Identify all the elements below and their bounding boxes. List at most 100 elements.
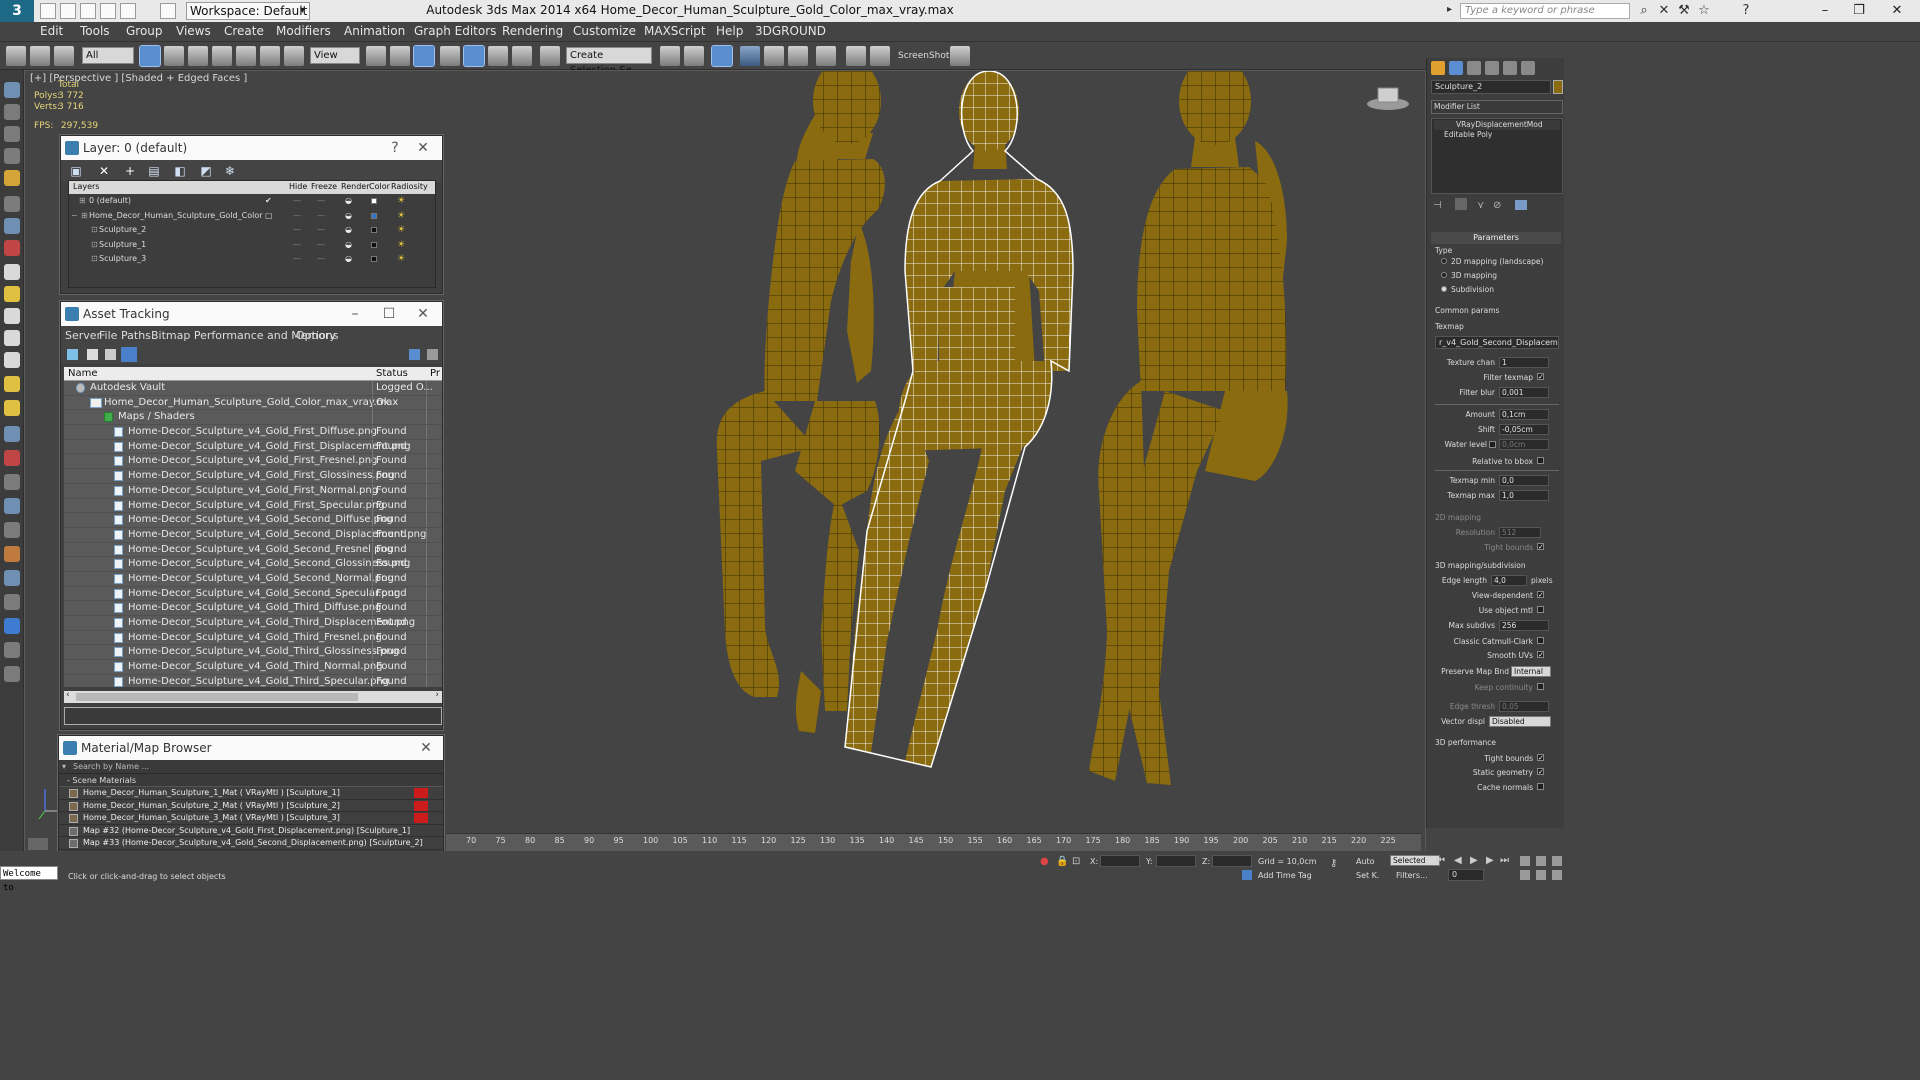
current-layer-check-icon[interactable]: ✔ [265,196,272,205]
lock-icon[interactable]: 🔒 [1056,856,1068,867]
scale-icon[interactable] [284,46,304,66]
minimize-icon[interactable]: – [344,302,366,326]
favorites-icon[interactable]: ☆ [1696,3,1712,19]
radio-2d-mapping[interactable] [1441,258,1447,264]
asset-row[interactable]: Home-Decor_Sculpture_v4_Gold_First_Diffu… [64,425,442,440]
sun-icon[interactable] [4,400,20,416]
type-option-subdivision[interactable]: Subdivision [1451,285,1494,294]
goto-start-icon[interactable]: ⏮ [1436,855,1445,866]
radio-subdivision[interactable] [1441,286,1447,292]
align-icon[interactable] [684,46,704,66]
tools-icon[interactable]: ✕ [1656,3,1672,19]
stack-item-vray-displacement[interactable]: VRayDisplacementMod [1434,120,1560,130]
spinner-snap-icon[interactable] [512,46,532,66]
select-object-icon[interactable] [139,45,161,67]
select-by-name-icon[interactable] [164,46,184,66]
shift-spinner[interactable]: -0,05cm [1499,424,1549,435]
render-icon[interactable]: ◒ [345,254,352,263]
close-icon[interactable]: ✕ [415,736,437,760]
water-level-spinner[interactable]: 0,0cm [1499,439,1549,450]
radiosity-icon[interactable]: ☀ [397,196,405,206]
tool-icon-2[interactable] [4,104,20,120]
motion-tab-icon[interactable] [1485,61,1499,75]
layer-manager-icon[interactable] [740,46,760,66]
asset-row[interactable]: Home-Decor_Sculpture_v4_Gold_Third_Displ… [64,616,442,631]
y-coordinate-field[interactable] [1156,855,1196,867]
water-level-checkbox[interactable] [1489,441,1496,448]
show-end-result-icon[interactable] [1455,198,1467,210]
lock-selection-icon[interactable]: ● [1040,856,1049,867]
resolution-spinner[interactable]: 512 [1499,527,1541,538]
asset-row[interactable]: Home-Decor_Sculpture_v4_Gold_Second_Norm… [64,571,442,587]
help-circle-icon[interactable] [4,666,20,682]
layer-color-swatch[interactable] [371,241,377,248]
material-row[interactable]: Home_Decor_Human_Sculpture_2_Mat ( VRayM… [59,800,443,812]
menu-customize[interactable]: Customize [573,24,636,38]
tree-view-icon[interactable] [121,347,137,362]
menu-edit[interactable]: Edit [40,24,63,38]
tight-bounds-checkbox[interactable]: ✓ [1537,543,1544,551]
current-frame-field[interactable]: 0 [1448,869,1484,881]
remove-modifier-icon[interactable]: ⊘ [1493,200,1501,211]
object-name[interactable]: Sculpture_2 [99,225,146,234]
absolute-mode-icon[interactable]: ⊡ [1072,856,1080,867]
key-icon[interactable]: ⚷ [1330,858,1337,869]
help-search-input[interactable]: Type a keyword or phrase [1460,3,1630,19]
vector-disp-dropdown[interactable]: Disabled [1489,716,1551,727]
asset-row[interactable]: Autodesk Vault Logged O... [64,381,442,396]
key-filter-dropdown[interactable]: Selected [1390,855,1440,866]
col-status[interactable]: Status [376,368,408,379]
asset-tracking-window[interactable]: Asset Tracking – ☐ ✕ Server File Paths B… [60,301,443,730]
filter-blur-spinner[interactable]: 0,001 [1499,387,1549,398]
maxscript-listener-field[interactable]: Welcome to [0,866,58,893]
chevron-down-icon[interactable]: ▾ [62,760,66,774]
layer-color-swatch[interactable] [371,198,377,204]
tool-icon-5[interactable] [4,170,20,186]
zoom-extents-icon[interactable] [1552,856,1562,866]
radiosity-icon[interactable]: ☀ [397,254,405,264]
named-selection-sets-dropdown[interactable]: Create Selection Se [566,47,652,76]
scroll-left-icon[interactable]: ‹ [66,690,70,700]
pin-stack-icon[interactable]: ⊣ [1433,200,1442,211]
col-color[interactable]: Color [369,182,390,191]
tool-icon-4[interactable] [4,148,20,164]
bind-space-warp-icon[interactable] [54,46,74,66]
angle-snap-icon[interactable] [463,45,485,67]
layer-window-titlebar[interactable]: Layer: 0 (default) ? ✕ [61,136,442,160]
layer-row[interactable]: ⊡ Sculpture_2 — — ◒ ☀ [69,223,435,238]
col-layers[interactable]: Layers [73,182,99,191]
tool-icon-22[interactable] [4,570,20,586]
smooth-uvs-checkbox[interactable]: ✓ [1537,651,1544,659]
layer-highlight-icon[interactable]: ◧ [173,164,187,178]
edge-length-spinner[interactable]: 4,0 [1491,575,1527,586]
render-icon[interactable]: ◒ [345,225,352,234]
mini-listener-icon[interactable] [28,838,48,850]
layer-row[interactable]: ⊡ Sculpture_1 — — ◒ ☀ [69,238,435,253]
asset-row[interactable]: Home-Decor_Sculpture_v4_Gold_First_Specu… [64,498,442,514]
cylinder-icon[interactable] [4,308,20,324]
layer-color-swatch[interactable] [371,212,377,219]
tool-icon-19[interactable] [4,498,20,514]
use-object-mtl-checkbox[interactable] [1537,606,1544,613]
light-icon[interactable] [4,376,20,392]
asset-menu-options[interactable]: Options [296,329,338,342]
asset-row[interactable]: Home-Decor_Sculpture_v4_Gold_First_Displ… [64,439,442,455]
reference-coordinate-dropdown[interactable]: View [310,47,360,64]
create-tab-icon[interactable] [1431,61,1445,75]
tool-icon-18[interactable] [4,474,20,490]
close-icon[interactable]: ✕ [412,302,434,326]
hierarchy-tab-icon[interactable] [1467,61,1481,75]
perf-tight-bounds-checkbox[interactable]: ✓ [1537,754,1544,762]
timeline-ruler[interactable]: 70 75 80 85 90 95 100 105 110 115 120 125 130 135 140 1… [446,833,1421,851]
menu-maxscript[interactable]: MAXScript [644,24,706,38]
view-dependent-checkbox[interactable]: ✓ [1537,591,1544,599]
help-button[interactable]: ? [384,136,406,160]
layer-row[interactable]: − ⊞ Home_Decor_Human_Sculpture_Gold_Color… [69,209,435,224]
set-key-button[interactable]: Set K. [1356,871,1379,880]
render-icon[interactable]: ◒ [345,240,352,249]
scene-materials-group[interactable]: - Scene Materials [59,774,443,787]
col-name[interactable]: Name [68,368,98,379]
tool-icon-1[interactable] [4,82,20,98]
scrollbar-thumb[interactable] [76,693,358,701]
asset-row[interactable]: Home-Decor_Sculpture_v4_Gold_Third_Fresn… [64,630,442,646]
